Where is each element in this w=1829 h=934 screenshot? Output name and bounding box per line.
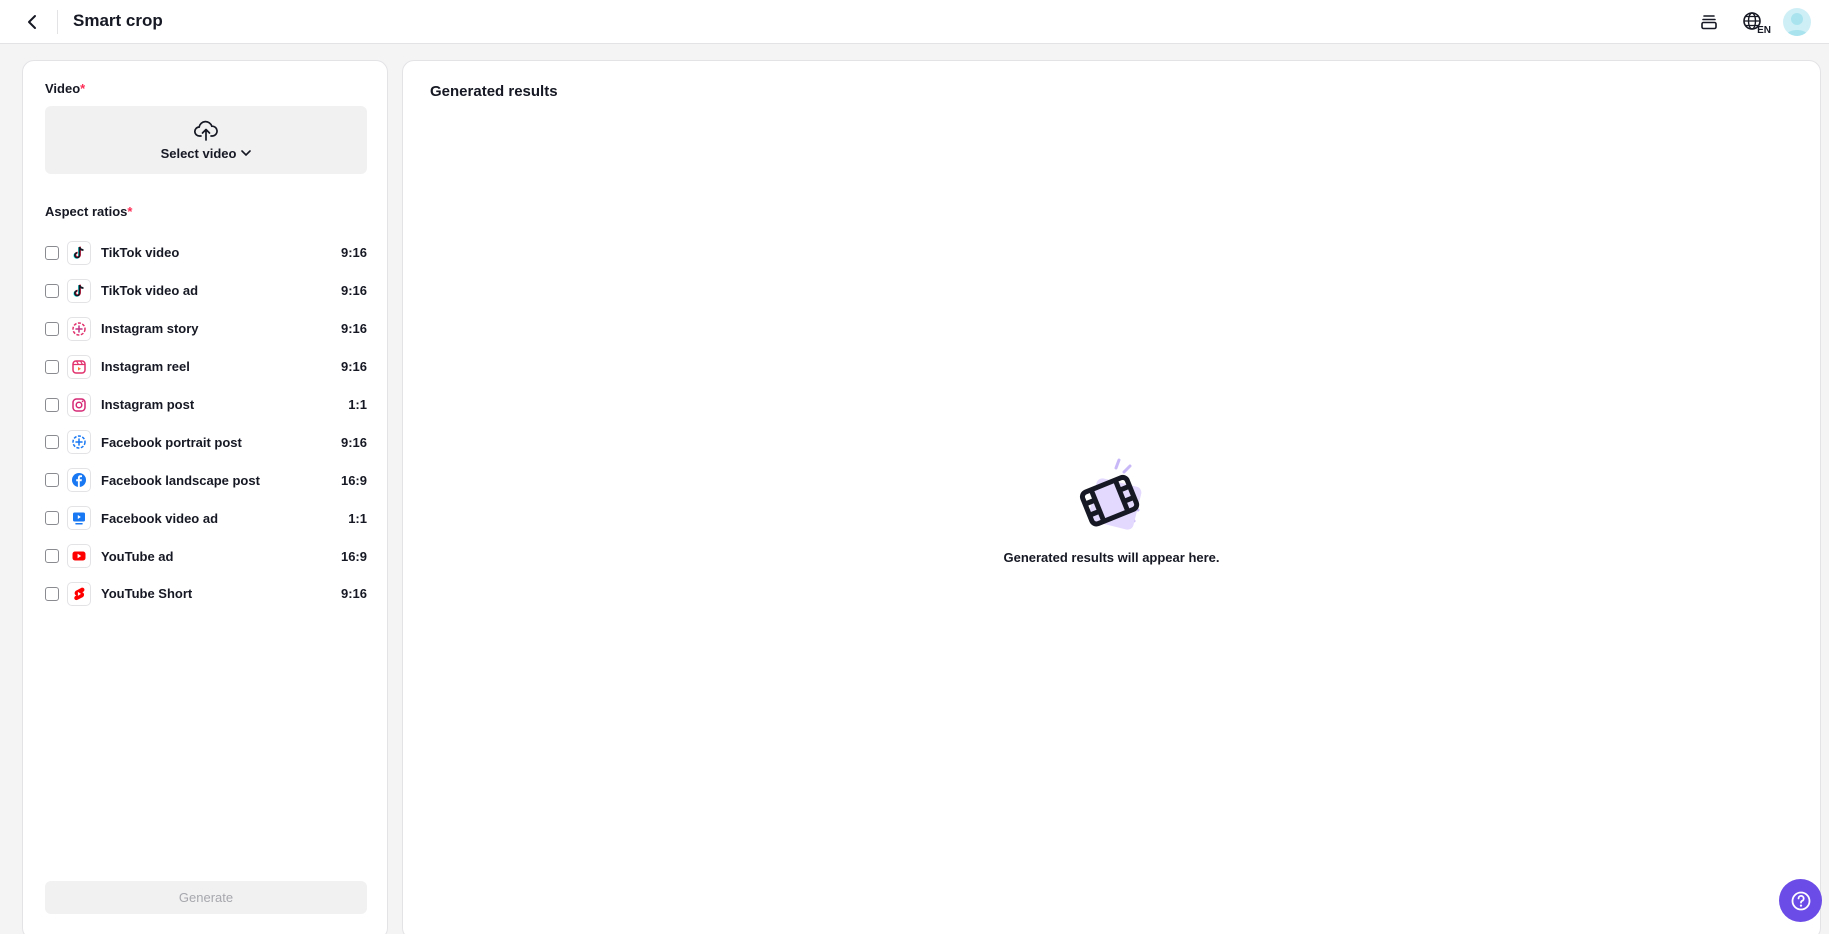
ratio-value: 16:9 <box>340 472 367 488</box>
ratio-option-name: Facebook landscape post <box>101 472 260 488</box>
header-divider <box>57 10 58 34</box>
film-icon <box>1079 458 1141 530</box>
aspect-ratio-option[interactable]: Instagram post 1:1 <box>45 386 367 424</box>
cloud-upload-icon <box>194 120 218 141</box>
checkbox[interactable] <box>45 586 59 601</box>
required-mark: * <box>127 204 133 219</box>
ratio-option-name: Instagram story <box>101 321 199 337</box>
checkbox[interactable] <box>45 321 59 336</box>
language-code: EN <box>1757 25 1771 36</box>
required-mark: * <box>80 81 86 96</box>
settings-panel: Video* Select video Aspect ratios* TikTo… <box>22 60 388 934</box>
youtube-shorts-icon <box>67 581 91 606</box>
select-video-label: Select video <box>160 145 237 161</box>
aspect-ratio-option[interactable]: Facebook landscape post 16:9 <box>45 461 367 499</box>
youtube-icon <box>67 544 91 569</box>
video-label: Video* <box>45 81 85 97</box>
ratio-value: 9:16 <box>340 359 367 375</box>
checkbox[interactable] <box>45 473 59 488</box>
stack-icon <box>1701 15 1717 30</box>
ratio-option-name: TikTok video <box>101 245 180 261</box>
ratio-option-name: Facebook video ad <box>101 510 219 526</box>
ratio-option-name: Instagram reel <box>101 359 190 375</box>
results-panel: Generated results Generated results will… <box>402 60 1821 934</box>
ratio-value: 9:16 <box>340 283 367 299</box>
ratio-value: 9:16 <box>340 245 367 261</box>
facebook-video-icon <box>67 506 91 531</box>
help-icon <box>1791 891 1810 910</box>
aspect-ratio-option[interactable]: TikTok video ad 9:16 <box>45 272 367 310</box>
avatar[interactable] <box>1783 8 1811 36</box>
instagram-reel-icon <box>67 354 91 379</box>
ratio-value: 1:1 <box>348 510 367 526</box>
facebook-story-icon <box>67 430 91 455</box>
select-video-button[interactable]: Select video <box>45 106 367 174</box>
aspect-ratio-option[interactable]: TikTok video 9:16 <box>45 234 367 272</box>
ratio-option-name: TikTok video ad <box>101 283 199 299</box>
facebook-icon <box>67 468 91 493</box>
help-button[interactable] <box>1779 879 1822 922</box>
checkbox[interactable] <box>45 397 59 412</box>
aspect-ratios-label-text: Aspect ratios <box>45 204 128 219</box>
tasks-button[interactable] <box>1695 8 1723 36</box>
aspect-ratio-option[interactable]: Facebook video ad 1:1 <box>45 499 367 537</box>
results-title: Generated results <box>430 83 558 100</box>
ratio-value: 9:16 <box>340 586 367 602</box>
aspect-ratio-list: TikTok video 9:16 TikTok video ad 9:16 I… <box>45 234 367 613</box>
ratio-value: 9:16 <box>340 321 367 337</box>
user-icon <box>1786 13 1808 36</box>
checkbox[interactable] <box>45 283 59 298</box>
aspect-ratios-label: Aspect ratios* <box>45 204 132 220</box>
tiktok-icon <box>67 278 91 303</box>
generate-button[interactable]: Generate <box>45 881 367 914</box>
page-title: Smart crop <box>73 11 163 30</box>
ratio-value: 1:1 <box>348 397 367 412</box>
ratio-value: 16:9 <box>340 548 367 564</box>
empty-state-text: Generated results will appear here. <box>1003 550 1220 565</box>
back-button[interactable] <box>18 8 46 36</box>
language-button[interactable]: EN <box>1739 8 1771 36</box>
instagram-story-icon <box>67 316 91 341</box>
aspect-ratio-option[interactable]: Instagram story 9:16 <box>45 310 367 348</box>
ratio-option-name: YouTube ad <box>101 548 174 564</box>
empty-state: Generated results will appear here. <box>403 456 1820 565</box>
ratio-option-name: YouTube Short <box>101 586 193 602</box>
tiktok-icon <box>67 240 91 265</box>
ratio-option-name: Facebook portrait post <box>101 434 242 450</box>
ratio-value: 9:16 <box>340 434 367 450</box>
chevron-down-icon <box>241 149 252 156</box>
video-label-text: Video <box>45 81 81 96</box>
chevron-left-icon <box>28 15 36 29</box>
aspect-ratio-option[interactable]: YouTube Short 9:16 <box>45 575 367 613</box>
checkbox[interactable] <box>45 245 59 260</box>
ratio-option-name: Instagram post <box>101 397 195 412</box>
checkbox[interactable] <box>45 435 59 450</box>
checkbox[interactable] <box>45 359 59 374</box>
aspect-ratio-option[interactable]: Facebook portrait post 9:16 <box>45 423 367 461</box>
instagram-icon <box>67 392 91 417</box>
aspect-ratio-option[interactable]: YouTube ad 16:9 <box>45 537 367 575</box>
top-bar: Smart crop EN <box>0 0 1829 44</box>
checkbox[interactable] <box>45 549 59 564</box>
aspect-ratio-option[interactable]: Instagram reel 9:16 <box>45 348 367 386</box>
checkbox[interactable] <box>45 511 59 526</box>
